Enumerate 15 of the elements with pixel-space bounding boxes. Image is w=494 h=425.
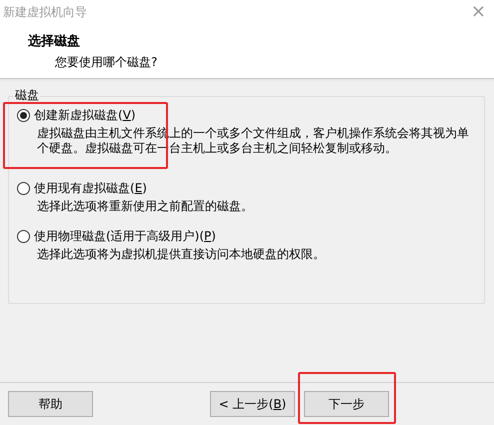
option-description: 选择此选项将为虚拟机提供直接访问本地硬盘的权限。	[37, 247, 326, 262]
radio-option[interactable]: 使用现有虚拟磁盘(E)	[17, 180, 147, 197]
back-button[interactable]: < 上一步(B)	[210, 391, 295, 417]
help-button[interactable]: 帮助	[8, 391, 93, 417]
radio-option[interactable]: 创建新虚拟磁盘(V)	[17, 107, 136, 124]
radio-button[interactable]	[17, 182, 30, 195]
radio-option[interactable]: 使用物理磁盘(适用于高级用户)(P)	[17, 228, 216, 245]
radio-button[interactable]	[17, 109, 30, 122]
next-button[interactable]: 下一步	[304, 391, 389, 417]
page-subtitle: 您要使用哪个磁盘?	[55, 54, 158, 71]
group-label: 磁盘	[14, 88, 40, 102]
radio-button[interactable]	[17, 230, 30, 243]
option-description: 选择此选项将重新使用之前配置的磁盘。	[37, 199, 254, 214]
page-heading: 选择磁盘	[28, 33, 81, 50]
window-title: 新建虚拟机向导	[3, 4, 87, 20]
